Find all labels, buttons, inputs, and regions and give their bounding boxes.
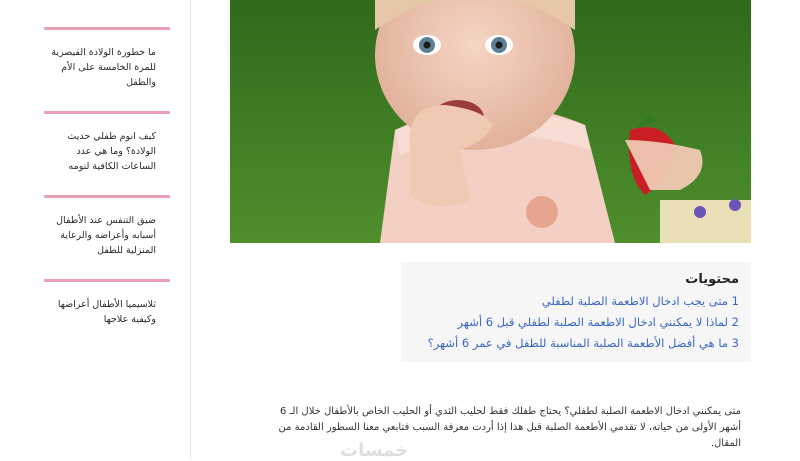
toc-title: محتويات <box>685 272 739 287</box>
sidebar-divider <box>44 27 170 30</box>
sidebar-item-breathing[interactable]: ضيق التنفس عند الأطفال أسبابه وأعراضه وا… <box>44 195 170 258</box>
toc-link-item-2[interactable]: 2 لماذا لا يمكنني ادخال الاطعمة الصلبة ل… <box>401 312 739 333</box>
article-hero-image <box>230 0 751 243</box>
sidebar-item-caesarean[interactable]: ما خطورة الولادة القيصرية للمرة الخامسة … <box>44 27 170 90</box>
sidebar-item-label[interactable]: كيف انوم طفلي حديث الولادة؟ وما هي عدد ا… <box>44 129 170 174</box>
toc-link-item-3[interactable]: 3 ما هي أفضل الأطعمة الصلبة المناسبة للط… <box>401 333 739 354</box>
toc-link-item-1[interactable]: 1 متى يجب ادخال الاطعمة الصلبة لطفلي <box>401 291 739 312</box>
sidebar-divider <box>44 111 170 114</box>
sidebar-divider <box>44 195 170 198</box>
toc-list: 1 متى يجب ادخال الاطعمة الصلبة لطفلي 2 ل… <box>401 291 751 354</box>
sidebar-item-thalassemia[interactable]: ثلاسيميا الأطفال أعراضها وكيفية علاجها <box>44 279 170 327</box>
sidebar-item-label[interactable]: ثلاسيميا الأطفال أعراضها وكيفية علاجها <box>44 297 170 327</box>
article-intro-paragraph: متى يمكنني ادخال الاطعمة الصلبة لطفلي؟ ي… <box>278 406 742 449</box>
baby-eating-strawberry-photo <box>230 0 751 243</box>
sidebar-item-label[interactable]: ما خطورة الولادة القيصرية للمرة الخامسة … <box>44 45 170 90</box>
sidebar-divider <box>44 279 170 282</box>
table-of-contents: محتويات 1 متى يجب ادخال الاطعمة الصلبة ل… <box>401 262 751 362</box>
sidebar-item-newborn-sleep[interactable]: كيف انوم طفلي حديث الولادة؟ وما هي عدد ا… <box>44 111 170 174</box>
sidebar: ما خطورة الولادة القيصرية للمرة الخامسة … <box>0 0 191 459</box>
watermark: خمسات <box>340 440 409 461</box>
sidebar-item-label[interactable]: ضيق التنفس عند الأطفال أسبابه وأعراضه وا… <box>44 213 170 258</box>
